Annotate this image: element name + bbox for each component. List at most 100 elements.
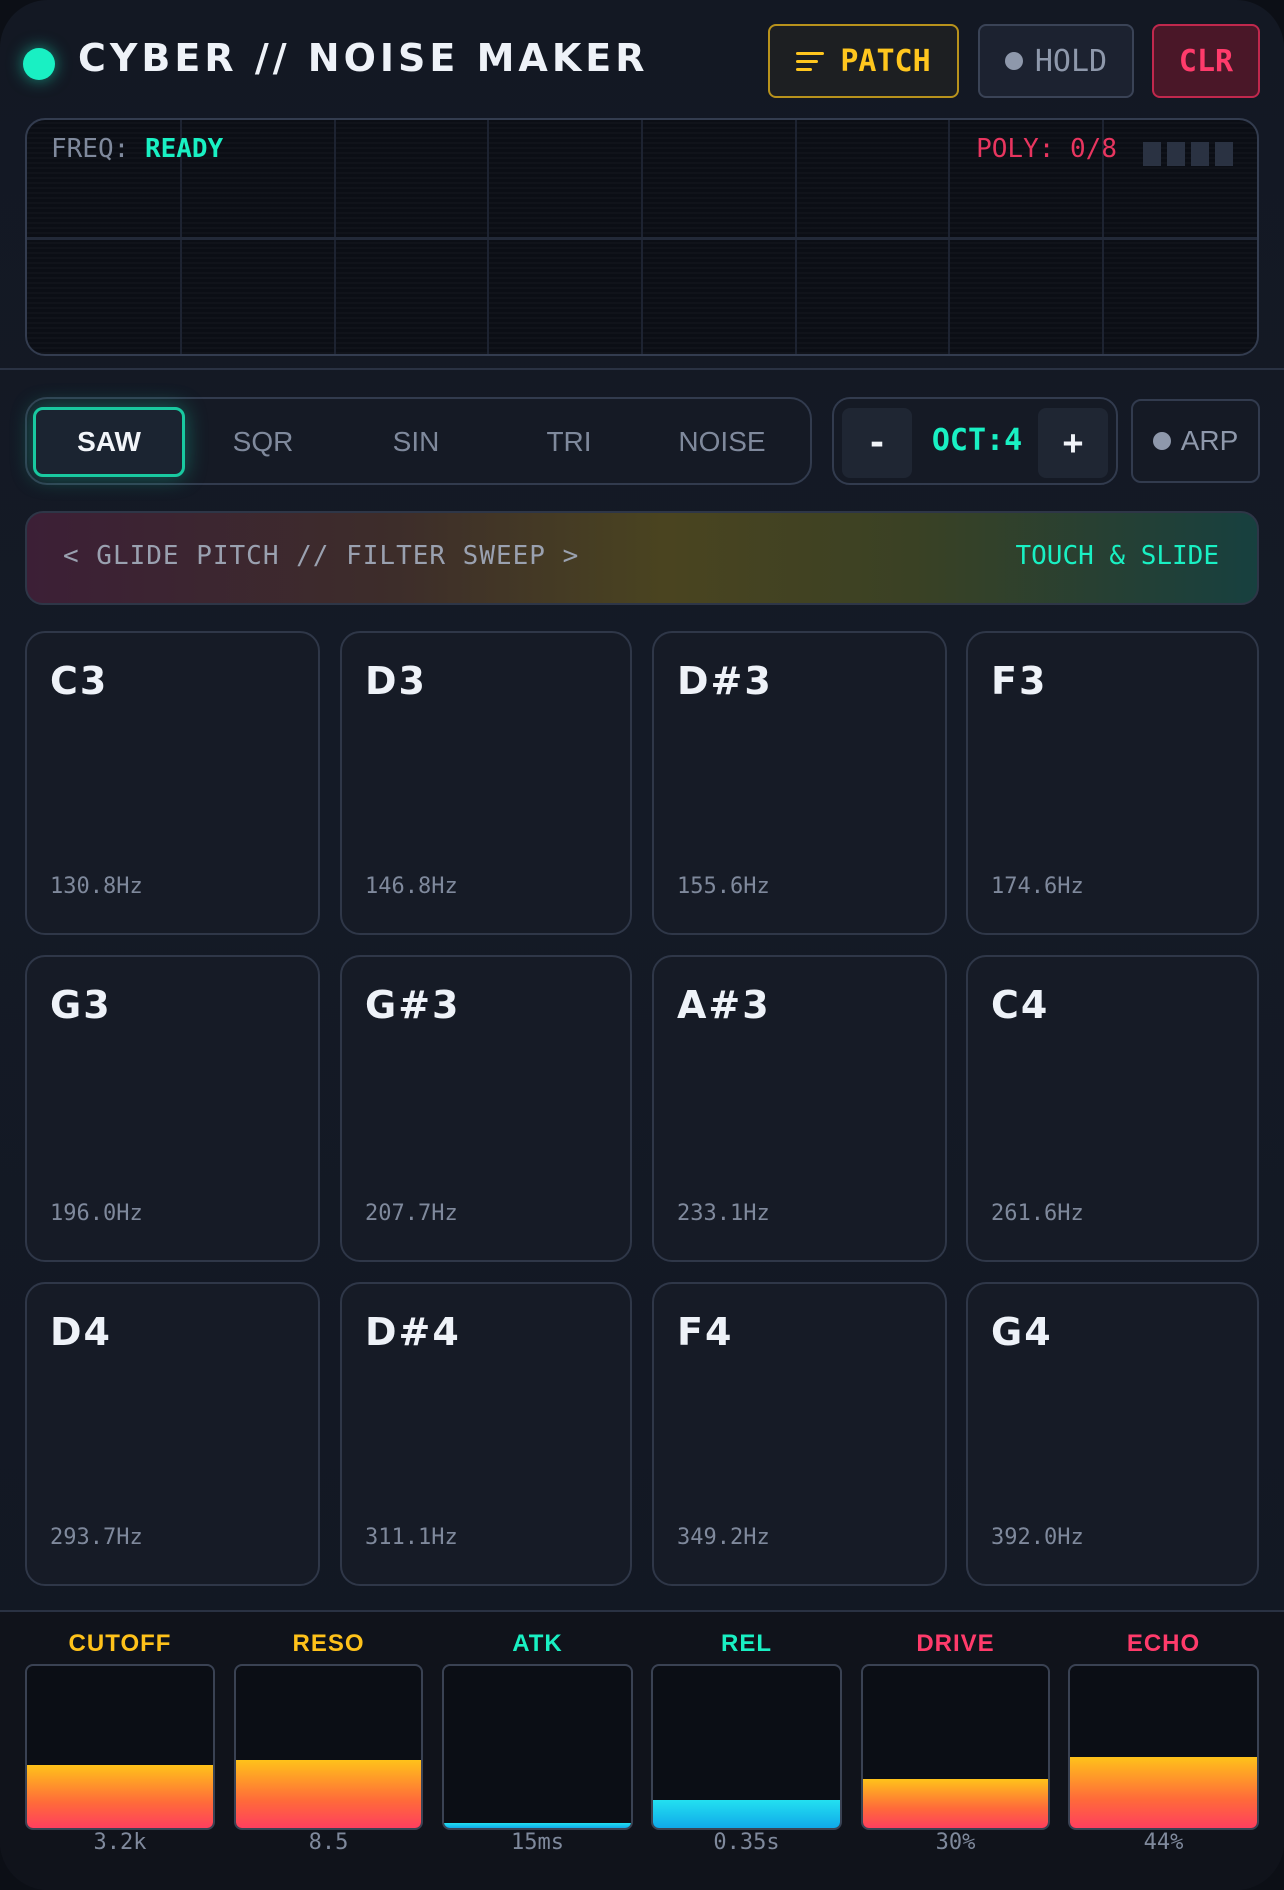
hold-label: HOLD <box>1034 43 1108 79</box>
octave-control: - OCT:4 + <box>832 397 1118 485</box>
pad-freq: 130.8Hz <box>50 874 143 899</box>
header: CYBER // NOISE MAKER PATCH HOLD CLR <box>0 0 1284 125</box>
pad-d4[interactable]: D4 293.7Hz <box>25 1282 320 1586</box>
cutoff-level <box>27 1765 213 1828</box>
pad-note: F4 <box>677 1310 734 1354</box>
control-label: RESO <box>292 1630 365 1657</box>
arp-label: ARP <box>1180 425 1239 456</box>
reso-value: 8.5 <box>308 1830 349 1855</box>
pad-note: D4 <box>50 1310 112 1354</box>
pad-note: D3 <box>365 659 427 703</box>
cutoff-slider[interactable] <box>25 1664 215 1830</box>
drive-slider[interactable] <box>861 1664 1050 1830</box>
pad-note: F3 <box>991 659 1048 703</box>
pad-freq: 146.8Hz <box>365 874 458 899</box>
pad-freq: 311.1Hz <box>365 1525 458 1550</box>
attack-value: 15ms <box>511 1830 564 1855</box>
voice-meter-bar <box>1143 142 1161 166</box>
voice-meter <box>1143 142 1233 166</box>
pad-g3[interactable]: G3 196.0Hz <box>25 955 320 1262</box>
pad-c4[interactable]: C4 261.6Hz <box>966 955 1259 1262</box>
wave-tri[interactable]: TRI <box>493 407 645 477</box>
pad-freq: 392.0Hz <box>991 1525 1084 1550</box>
arp-button[interactable]: ARP <box>1131 399 1260 483</box>
pad-as3[interactable]: A#3 233.1Hz <box>652 955 947 1262</box>
freq-label: FREQ: <box>51 134 130 164</box>
synth-app: CYBER // NOISE MAKER PATCH HOLD CLR FREQ… <box>0 0 1284 1890</box>
wave-sin[interactable]: SIN <box>340 407 492 477</box>
poly-readout: POLY: 0/8 <box>976 134 1117 164</box>
pad-note: C4 <box>991 983 1050 1027</box>
menu-icon <box>796 50 826 72</box>
freq-readout: FREQ: READY <box>51 134 223 164</box>
wave-saw[interactable]: SAW <box>33 407 185 477</box>
dot-icon <box>1152 432 1171 450</box>
control-label: REL <box>721 1630 772 1657</box>
echo-slider[interactable] <box>1068 1664 1259 1830</box>
pad-freq: 349.2Hz <box>677 1525 770 1550</box>
pad-freq: 155.6Hz <box>677 874 770 899</box>
octave-down-button[interactable]: - <box>842 408 912 478</box>
octave-up-button[interactable]: + <box>1038 408 1108 478</box>
section-divider <box>0 1610 1284 1612</box>
pad-note: A#3 <box>677 983 771 1027</box>
pad-note: G4 <box>991 1310 1053 1354</box>
scope-centerline <box>27 237 1257 240</box>
release-slider[interactable] <box>651 1664 842 1830</box>
pad-d3[interactable]: D3 146.8Hz <box>340 631 632 935</box>
pad-note: D#3 <box>677 659 773 703</box>
pad-note: G3 <box>50 983 112 1027</box>
pad-gs3[interactable]: G#3 207.7Hz <box>340 955 632 1262</box>
pad-ds3[interactable]: D#3 155.6Hz <box>652 631 947 935</box>
octave-label: OCT:4 <box>931 423 1023 458</box>
pad-c3[interactable]: C3 130.8Hz <box>25 631 320 935</box>
drive-value: 30% <box>935 1830 976 1855</box>
dot-icon <box>1004 52 1023 70</box>
pad-freq: 207.7Hz <box>365 1201 458 1226</box>
control-label: ECHO <box>1126 1630 1201 1657</box>
wave-sqr[interactable]: SQR <box>187 407 339 477</box>
pad-freq: 196.0Hz <box>50 1201 143 1226</box>
reso-level <box>236 1760 421 1828</box>
cutoff-value: 3.2k <box>93 1830 147 1855</box>
pad-freq: 293.7Hz <box>50 1525 143 1550</box>
pad-freq: 174.6Hz <box>991 874 1084 899</box>
pad-note: C3 <box>50 659 109 703</box>
control-label: DRIVE <box>916 1630 995 1657</box>
patch-label: PATCH <box>840 43 931 79</box>
clear-label: CLR <box>1178 43 1234 79</box>
pad-note: D#4 <box>365 1310 461 1354</box>
wave-noise[interactable]: NOISE <box>646 407 798 477</box>
attack-level <box>444 1823 631 1828</box>
pad-note: G#3 <box>365 983 461 1027</box>
pad-f3[interactable]: F3 174.6Hz <box>966 631 1259 935</box>
status-led-icon <box>23 48 55 80</box>
voice-meter-bar <box>1191 142 1209 166</box>
release-level <box>653 1800 840 1828</box>
clear-button[interactable]: CLR <box>1152 24 1260 98</box>
glide-strip[interactable]: < GLIDE PITCH // FILTER SWEEP > TOUCH & … <box>25 511 1259 605</box>
waveform-selector: SAW SQR SIN TRI NOISE <box>25 397 812 485</box>
pad-freq: 233.1Hz <box>677 1201 770 1226</box>
release-value: 0.35s <box>713 1830 780 1855</box>
echo-level <box>1070 1757 1257 1828</box>
attack-slider[interactable] <box>442 1664 633 1830</box>
pad-f4[interactable]: F4 349.2Hz <box>652 1282 947 1586</box>
pad-freq: 261.6Hz <box>991 1201 1084 1226</box>
pad-ds4[interactable]: D#4 311.1Hz <box>340 1282 632 1586</box>
glide-hint: < GLIDE PITCH // FILTER SWEEP > <box>63 541 580 571</box>
waveform-scope: FREQ: READY POLY: 0/8 <box>25 118 1259 356</box>
freq-status: READY <box>144 134 224 164</box>
hold-button[interactable]: HOLD <box>978 24 1134 98</box>
control-label: ATK <box>512 1630 563 1657</box>
patch-button[interactable]: PATCH <box>768 24 959 98</box>
voice-meter-bar <box>1167 142 1185 166</box>
section-divider <box>0 368 1284 370</box>
app-title: CYBER // NOISE MAKER <box>78 36 649 80</box>
voice-meter-bar <box>1215 142 1233 166</box>
echo-value: 44% <box>1143 1830 1184 1855</box>
reso-slider[interactable] <box>234 1664 423 1830</box>
glide-action: TOUCH & SLIDE <box>1015 541 1220 571</box>
pad-g4[interactable]: G4 392.0Hz <box>966 1282 1259 1586</box>
drive-level <box>863 1779 1048 1828</box>
